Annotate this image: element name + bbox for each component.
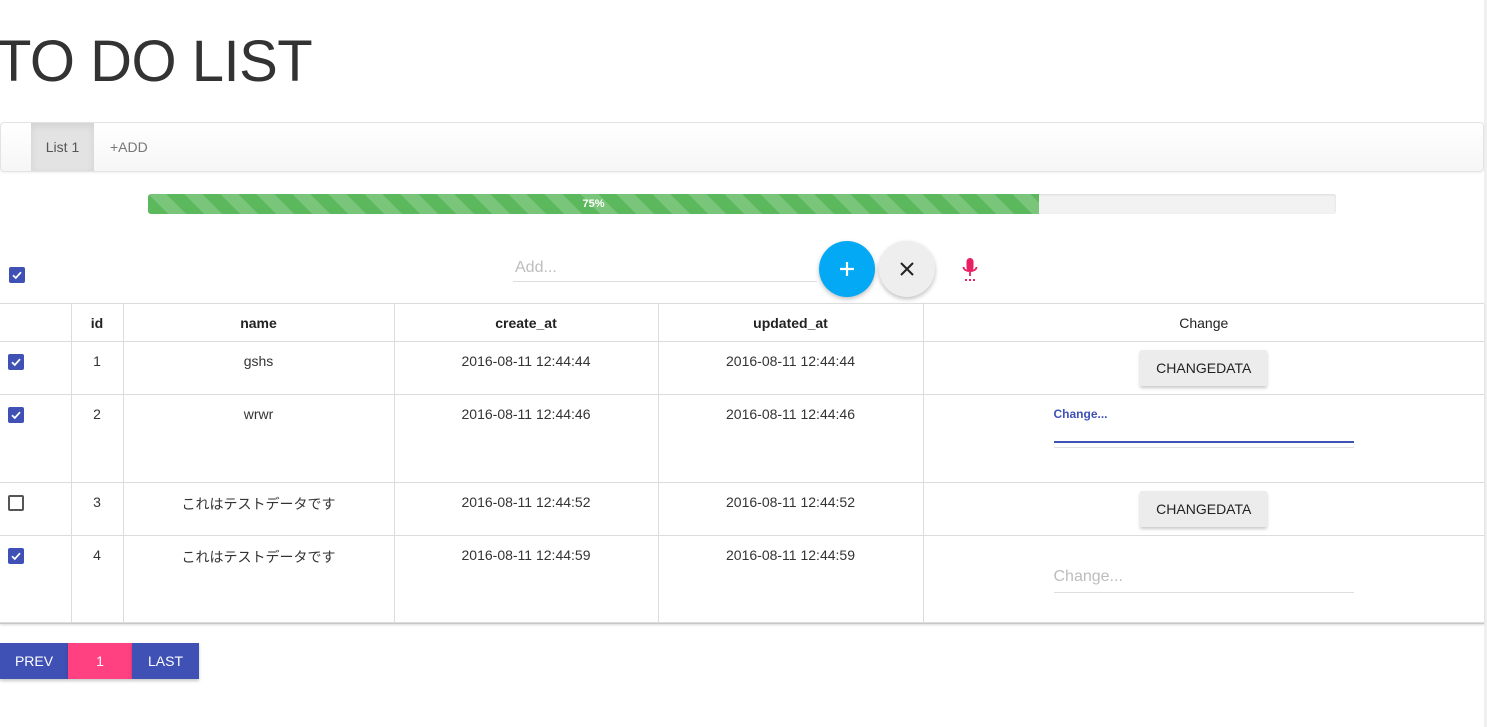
tab-list-1[interactable]: List 1 — [31, 123, 94, 171]
page-number-button[interactable]: 1 — [68, 643, 132, 679]
column-header-updated-at: updated_at — [657, 304, 923, 342]
table-row: 1 gshs 2016-08-11 12:44:44 2016-08-11 12… — [0, 341, 1484, 395]
cell-change: CHANGEDATA — [922, 341, 1484, 395]
cell-updated-at: 2016-08-11 12:44:59 — [657, 535, 923, 623]
clear-button[interactable] — [879, 241, 935, 297]
cell-create-at: 2016-08-11 12:44:46 — [393, 394, 658, 483]
change-data-button[interactable]: CHANGEDATA — [1140, 350, 1268, 386]
todo-table: id name create_at updated_at Change 1 gs… — [0, 303, 1484, 624]
plus-icon — [840, 262, 854, 276]
cell-name: wrwr — [122, 394, 394, 483]
cell-create-at: 2016-08-11 12:44:59 — [393, 535, 658, 623]
table-row: 4 これはテストデータです 2016-08-11 12:44:59 2016-0… — [0, 535, 1484, 623]
cell-create-at: 2016-08-11 12:44:44 — [393, 341, 658, 395]
row-checkbox[interactable] — [8, 548, 24, 564]
cell-change — [922, 535, 1484, 623]
change-input[interactable] — [1053, 568, 1354, 593]
check-icon — [11, 552, 21, 561]
check-icon — [11, 411, 21, 420]
add-button[interactable] — [819, 241, 875, 297]
cell-name: これはテストデータです — [122, 535, 394, 623]
cell-create-at: 2016-08-11 12:44:52 — [393, 482, 658, 536]
tab-add-list[interactable]: +ADD — [110, 123, 148, 171]
change-input-focused[interactable]: Change... — [1053, 407, 1354, 448]
column-header-name: name — [122, 304, 394, 342]
page-title: TO DO LIST — [0, 29, 313, 94]
column-header-select — [0, 304, 71, 342]
row-checkbox[interactable] — [8, 354, 24, 370]
table-row: 3 これはテストデータです 2016-08-11 12:44:52 2016-0… — [0, 482, 1484, 536]
change-input-underline — [1053, 441, 1354, 443]
select-all-checkbox[interactable] — [9, 267, 25, 283]
progress-fill: 75% — [148, 194, 1039, 214]
microphone-icon — [962, 258, 978, 281]
cell-name: gshs — [122, 341, 394, 395]
last-page-button[interactable]: LAST — [132, 643, 199, 679]
add-todo-input[interactable] — [513, 255, 817, 282]
list-tabbar: List 1 +ADD — [0, 122, 1484, 172]
cell-id: 3 — [70, 482, 123, 536]
voice-input-button[interactable] — [958, 256, 982, 286]
change-input-divider — [1053, 447, 1354, 448]
column-header-create-at: create_at — [393, 304, 658, 342]
change-data-button[interactable]: CHANGEDATA — [1140, 491, 1268, 527]
cell-change: CHANGEDATA — [922, 482, 1484, 536]
prev-page-button[interactable]: PREV — [0, 643, 68, 679]
cell-id: 2 — [70, 394, 123, 483]
change-input-label: Change... — [1053, 407, 1108, 421]
table-header-row: id name create_at updated_at Change — [0, 304, 1484, 342]
column-header-id: id — [70, 304, 123, 342]
cell-id: 1 — [70, 341, 123, 395]
cell-updated-at: 2016-08-11 12:44:52 — [657, 482, 923, 536]
check-icon — [11, 358, 21, 367]
pagination: PREV 1 LAST — [0, 643, 199, 679]
progress-bar: 75% — [148, 194, 1336, 214]
change-input-wrapper — [1053, 568, 1354, 593]
column-header-change: Change — [922, 304, 1484, 342]
close-icon — [900, 262, 914, 276]
table-row: 2 wrwr 2016-08-11 12:44:46 2016-08-11 12… — [0, 394, 1484, 483]
cell-change: Change... — [922, 394, 1484, 483]
cell-updated-at: 2016-08-11 12:44:46 — [657, 394, 923, 483]
row-checkbox[interactable] — [8, 495, 24, 511]
cell-updated-at: 2016-08-11 12:44:44 — [657, 341, 923, 395]
row-checkbox[interactable] — [8, 407, 24, 423]
cell-id: 4 — [70, 535, 123, 623]
cell-name: これはテストデータです — [122, 482, 394, 536]
check-icon — [12, 271, 22, 280]
